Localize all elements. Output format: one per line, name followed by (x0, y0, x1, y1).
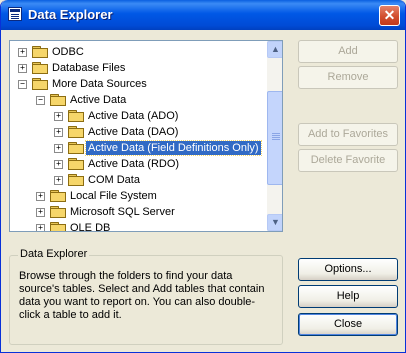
description-title: Data Explorer (18, 248, 90, 260)
data-explorer-window: Data Explorer ✕ + ODBC + Database Files − Mor… (0, 0, 406, 353)
tree-item-label[interactable]: Active Data (Field Definitions Only) (85, 140, 262, 156)
tree-item-label[interactable]: Microsoft SQL Server (68, 205, 177, 219)
expand-icon[interactable]: + (54, 112, 63, 121)
tree-item[interactable]: + OLE DB (10, 220, 267, 231)
folder-icon (32, 62, 48, 74)
expand-icon[interactable]: + (18, 64, 27, 73)
expand-icon[interactable]: + (54, 176, 63, 185)
folder-icon (50, 222, 66, 231)
expand-icon[interactable]: + (18, 48, 27, 57)
help-button[interactable]: Help (298, 285, 398, 308)
tree-item[interactable]: + Active Data (RDO) (10, 156, 267, 172)
tree-item[interactable]: + Microsoft SQL Server (10, 204, 267, 220)
description-text: Browse through the folders to find your … (19, 270, 265, 321)
expand-icon[interactable]: + (54, 144, 63, 153)
tree-item-label[interactable]: Active Data (RDO) (86, 157, 181, 171)
tree-item-label[interactable]: COM Data (86, 173, 142, 187)
folder-icon (50, 206, 66, 218)
remove-button[interactable]: Remove (298, 66, 398, 89)
folder-icon (50, 190, 66, 202)
delete-favorite-button[interactable]: Delete Favorite (298, 149, 398, 172)
scroll-up-icon[interactable]: ▲ (267, 41, 282, 58)
close-window-button[interactable]: ✕ (379, 5, 400, 26)
tree-item[interactable]: + Active Data (Field Definitions Only) (10, 140, 267, 156)
folder-icon (32, 78, 48, 90)
folder-icon (68, 174, 84, 186)
folder-icon (68, 142, 84, 154)
expand-icon[interactable]: + (36, 224, 45, 231)
tree-item-label[interactable]: Database Files (50, 61, 127, 75)
tree-item[interactable]: + Active Data (ADO) (10, 108, 267, 124)
tree-item[interactable]: − Active Data (10, 92, 267, 108)
scroll-thumb[interactable] (267, 91, 282, 185)
options-button[interactable]: Options... (298, 258, 398, 281)
add-to-favorites-button[interactable]: Add to Favorites (298, 123, 398, 146)
tree-item[interactable]: + Active Data (DAO) (10, 124, 267, 140)
tree-item[interactable]: + ODBC (10, 44, 267, 60)
expand-icon[interactable]: + (54, 160, 63, 169)
tree-item-label[interactable]: ODBC (50, 45, 86, 59)
add-button[interactable]: Add (298, 40, 398, 63)
expand-icon[interactable]: + (36, 192, 45, 201)
tree-item-label[interactable]: Active Data (ADO) (86, 109, 180, 123)
scroll-down-icon[interactable]: ▼ (267, 214, 282, 231)
tree-item-label[interactable]: Active Data (68, 93, 128, 107)
data-source-tree[interactable]: + ODBC + Database Files − More Data Sources − A… (9, 40, 283, 232)
folder-icon (50, 94, 66, 106)
folder-icon (68, 126, 84, 138)
collapse-icon[interactable]: − (36, 96, 45, 105)
tree-scrollbar[interactable]: ▲ ▼ (267, 41, 282, 231)
collapse-icon[interactable]: − (18, 80, 27, 89)
close-button[interactable]: Close (298, 313, 398, 336)
tree-item-label[interactable]: OLE DB (68, 221, 112, 231)
folder-icon (68, 110, 84, 122)
tree-item[interactable]: + COM Data (10, 172, 267, 188)
tree-item-label[interactable]: Local File System (68, 189, 159, 203)
title-bar[interactable]: Data Explorer ✕ (1, 0, 405, 30)
tree-item[interactable]: + Database Files (10, 60, 267, 76)
tree-item[interactable]: + Local File System (10, 188, 267, 204)
app-icon (8, 7, 22, 21)
window-title: Data Explorer (28, 7, 113, 22)
expand-icon[interactable]: + (36, 208, 45, 217)
folder-icon (32, 46, 48, 58)
tree-item-label[interactable]: More Data Sources (50, 77, 149, 91)
tree-item-label[interactable]: Active Data (DAO) (86, 125, 180, 139)
folder-icon (68, 158, 84, 170)
expand-icon[interactable]: + (54, 128, 63, 137)
tree-rows: + ODBC + Database Files − More Data Sources − A… (10, 41, 267, 231)
tree-item[interactable]: − More Data Sources (10, 76, 267, 92)
